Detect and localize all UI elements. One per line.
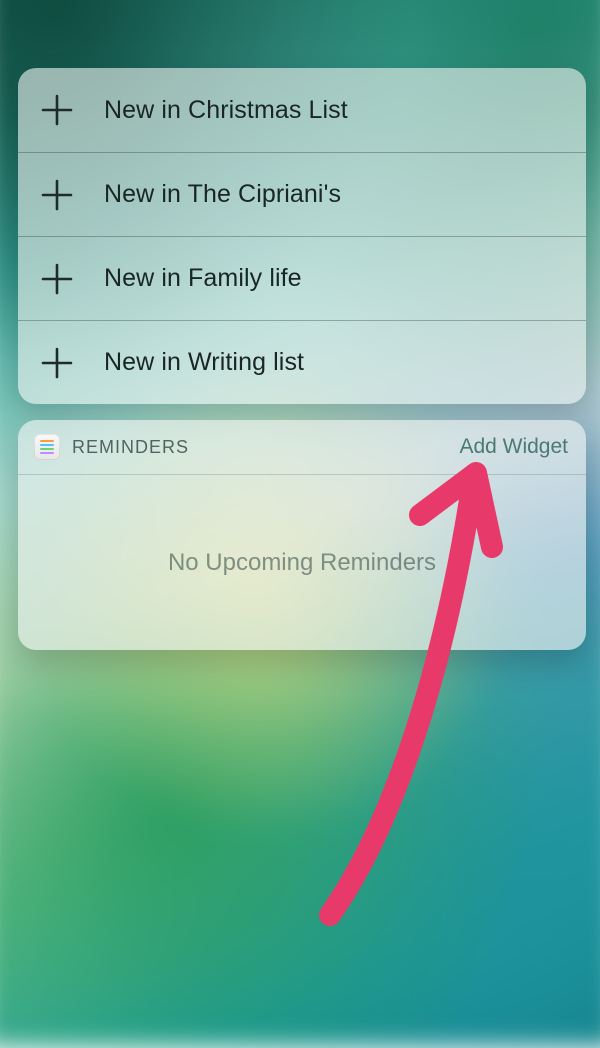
quick-action-new-ciprianis[interactable]: New in The Cipriani's <box>18 152 586 236</box>
reminders-widget: REMINDERS Add Widget No Upcoming Reminde… <box>18 420 586 650</box>
widget-header: REMINDERS Add Widget <box>18 420 586 475</box>
quick-action-new-family-life[interactable]: New in Family life <box>18 236 586 320</box>
plus-icon <box>40 346 74 380</box>
quick-action-label: New in Family life <box>104 264 302 293</box>
plus-icon <box>40 93 74 127</box>
quick-actions-menu: New in Christmas List New in The Ciprian… <box>18 68 586 404</box>
reminders-app-icon <box>34 434 60 460</box>
stage: New in Christmas List New in The Ciprian… <box>0 0 600 1017</box>
quick-action-new-writing-list[interactable]: New in Writing list <box>18 320 586 404</box>
quick-action-new-christmas-list[interactable]: New in Christmas List <box>18 68 586 152</box>
plus-icon <box>40 178 74 212</box>
widget-empty-state: No Upcoming Reminders <box>168 549 436 577</box>
widget-body: No Upcoming Reminders <box>18 475 586 650</box>
widget-title: REMINDERS <box>72 437 189 458</box>
quick-action-label: New in The Cipriani's <box>104 180 341 209</box>
add-widget-button[interactable]: Add Widget <box>459 435 568 459</box>
plus-icon <box>40 262 74 296</box>
quick-action-label: New in Christmas List <box>104 96 348 125</box>
quick-action-label: New in Writing list <box>104 348 304 377</box>
